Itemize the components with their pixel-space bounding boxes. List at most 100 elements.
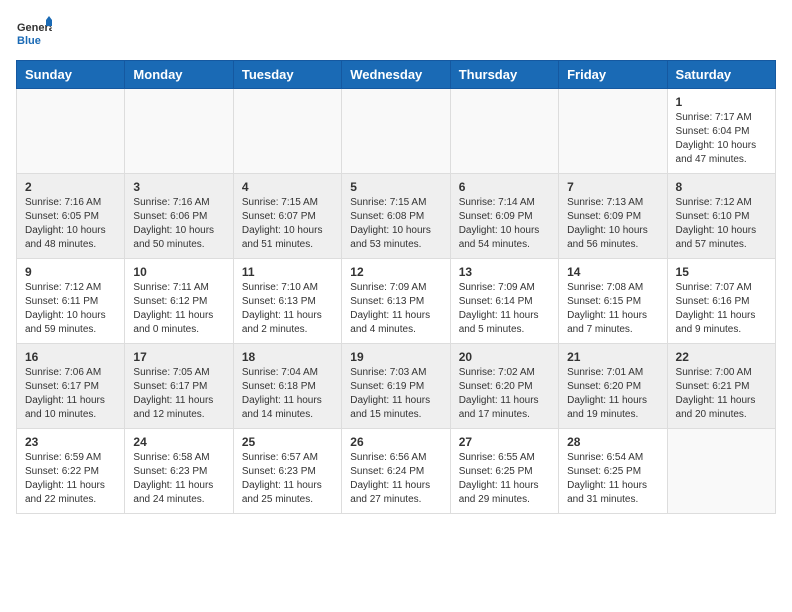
day-number: 16: [25, 350, 116, 364]
day-info: Sunrise: 7:15 AM Sunset: 6:08 PM Dayligh…: [350, 196, 441, 252]
calendar-cell: 6Sunrise: 7:14 AM Sunset: 6:09 PM Daylig…: [450, 174, 558, 259]
day-info: Sunrise: 7:16 AM Sunset: 6:05 PM Dayligh…: [25, 196, 116, 252]
calendar-cell: [559, 89, 667, 174]
calendar-cell: [233, 89, 341, 174]
day-info: Sunrise: 7:04 AM Sunset: 6:18 PM Dayligh…: [242, 366, 333, 422]
logo: General Blue: [16, 16, 52, 52]
day-info: Sunrise: 7:12 AM Sunset: 6:11 PM Dayligh…: [25, 281, 116, 337]
calendar-week-5: 23 Sunrise: 6:59 AM Sunset: 6:22 PM Dayli…: [17, 429, 776, 514]
calendar-cell: [17, 89, 125, 174]
calendar-cell: 17 Sunrise: 7:05 AM Sunset: 6:17 PM Dayli…: [125, 344, 233, 429]
day-header-wednesday: Wednesday: [342, 61, 450, 89]
calendar-cell: 3 Sunrise: 7:16 AM Sunset: 6:06 PM Daylig…: [125, 174, 233, 259]
calendar-cell: 19Sunrise: 7:03 AM Sunset: 6:19 PM Dayli…: [342, 344, 450, 429]
day-number: 21: [567, 350, 658, 364]
day-number: 17: [133, 350, 224, 364]
day-number: 7: [567, 180, 658, 194]
calendar-cell: 28 Sunrise: 6:54 AM Sunset: 6:25 PM Dayli…: [559, 429, 667, 514]
day-number: 23: [25, 435, 116, 449]
calendar-cell: 2 Sunrise: 7:16 AM Sunset: 6:05 PM Daylig…: [17, 174, 125, 259]
day-number: 3: [133, 180, 224, 194]
calendar-cell: 5 Sunrise: 7:15 AM Sunset: 6:08 PM Daylig…: [342, 174, 450, 259]
day-info: Sunrise: 7:10 AM Sunset: 6:13 PM Dayligh…: [242, 281, 333, 337]
day-info: Sunrise: 7:08 AM Sunset: 6:15 PM Dayligh…: [567, 281, 658, 337]
calendar-cell: 13 Sunrise: 7:09 AM Sunset: 6:14 PM Dayli…: [450, 259, 558, 344]
day-header-sunday: Sunday: [17, 61, 125, 89]
day-header-monday: Monday: [125, 61, 233, 89]
day-info: Sunrise: 7:12 AM Sunset: 6:10 PM Dayligh…: [676, 196, 767, 252]
calendar-cell: 15 Sunrise: 7:07 AM Sunset: 6:16 PM Dayli…: [667, 259, 775, 344]
calendar-cell: 9 Sunrise: 7:12 AM Sunset: 6:11 PM Daylig…: [17, 259, 125, 344]
calendar-cell: 7Sunrise: 7:13 AM Sunset: 6:09 PM Daylig…: [559, 174, 667, 259]
day-info: Sunrise: 7:16 AM Sunset: 6:06 PM Dayligh…: [133, 196, 224, 252]
day-number: 4: [242, 180, 333, 194]
calendar-cell: [125, 89, 233, 174]
calendar-cell: 1 Sunrise: 7:17 AM Sunset: 6:04 PM Daylig…: [667, 89, 775, 174]
day-number: 25: [242, 435, 333, 449]
day-number: 2: [25, 180, 116, 194]
day-number: 13: [459, 265, 550, 279]
day-info: Sunrise: 7:07 AM Sunset: 6:16 PM Dayligh…: [676, 281, 767, 337]
calendar-cell: [450, 89, 558, 174]
day-info: Sunrise: 6:54 AM Sunset: 6:25 PM Dayligh…: [567, 451, 658, 507]
calendar-cell: 14 Sunrise: 7:08 AM Sunset: 6:15 PM Dayli…: [559, 259, 667, 344]
calendar-cell: 23 Sunrise: 6:59 AM Sunset: 6:22 PM Dayli…: [17, 429, 125, 514]
calendar-cell: 27 Sunrise: 6:55 AM Sunset: 6:25 PM Dayli…: [450, 429, 558, 514]
day-number: 5: [350, 180, 441, 194]
day-number: 28: [567, 435, 658, 449]
calendar-cell: 10 Sunrise: 7:11 AM Sunset: 6:12 PM Dayli…: [125, 259, 233, 344]
day-info: Sunrise: 7:15 AM Sunset: 6:07 PM Dayligh…: [242, 196, 333, 252]
calendar-cell: 18 Sunrise: 7:04 AM Sunset: 6:18 PM Dayli…: [233, 344, 341, 429]
calendar-cell: 4 Sunrise: 7:15 AM Sunset: 6:07 PM Daylig…: [233, 174, 341, 259]
page-header: General Blue: [16, 16, 776, 52]
day-info: Sunrise: 7:01 AM Sunset: 6:20 PM Dayligh…: [567, 366, 658, 422]
calendar-cell: 11Sunrise: 7:10 AM Sunset: 6:13 PM Dayli…: [233, 259, 341, 344]
day-info: Sunrise: 7:09 AM Sunset: 6:14 PM Dayligh…: [459, 281, 550, 337]
day-number: 6: [459, 180, 550, 194]
day-info: Sunrise: 6:59 AM Sunset: 6:22 PM Dayligh…: [25, 451, 116, 507]
day-info: Sunrise: 7:06 AM Sunset: 6:17 PM Dayligh…: [25, 366, 116, 422]
day-number: 9: [25, 265, 116, 279]
day-number: 27: [459, 435, 550, 449]
calendar-week-1: 1 Sunrise: 7:17 AM Sunset: 6:04 PM Daylig…: [17, 89, 776, 174]
calendar-cell: [667, 429, 775, 514]
day-number: 26: [350, 435, 441, 449]
day-info: Sunrise: 7:05 AM Sunset: 6:17 PM Dayligh…: [133, 366, 224, 422]
day-info: Sunrise: 6:55 AM Sunset: 6:25 PM Dayligh…: [459, 451, 550, 507]
day-info: Sunrise: 7:00 AM Sunset: 6:21 PM Dayligh…: [676, 366, 767, 422]
calendar-header-row: SundayMondayTuesdayWednesdayThursdayFrid…: [17, 61, 776, 89]
calendar-cell: 22 Sunrise: 7:00 AM Sunset: 6:21 PM Dayli…: [667, 344, 775, 429]
day-info: Sunrise: 6:58 AM Sunset: 6:23 PM Dayligh…: [133, 451, 224, 507]
day-number: 18: [242, 350, 333, 364]
svg-text:Blue: Blue: [17, 35, 41, 47]
day-header-friday: Friday: [559, 61, 667, 89]
calendar-week-4: 16 Sunrise: 7:06 AM Sunset: 6:17 PM Dayli…: [17, 344, 776, 429]
day-number: 20: [459, 350, 550, 364]
day-info: Sunrise: 6:56 AM Sunset: 6:24 PM Dayligh…: [350, 451, 441, 507]
day-number: 12: [350, 265, 441, 279]
day-number: 24: [133, 435, 224, 449]
day-info: Sunrise: 7:02 AM Sunset: 6:20 PM Dayligh…: [459, 366, 550, 422]
day-info: Sunrise: 7:11 AM Sunset: 6:12 PM Dayligh…: [133, 281, 224, 337]
calendar-cell: 21 Sunrise: 7:01 AM Sunset: 6:20 PM Dayli…: [559, 344, 667, 429]
calendar-cell: 8Sunrise: 7:12 AM Sunset: 6:10 PM Daylig…: [667, 174, 775, 259]
day-number: 1: [676, 95, 767, 109]
day-number: 22: [676, 350, 767, 364]
calendar-cell: 20 Sunrise: 7:02 AM Sunset: 6:20 PM Dayli…: [450, 344, 558, 429]
day-header-saturday: Saturday: [667, 61, 775, 89]
day-number: 15: [676, 265, 767, 279]
calendar-table: SundayMondayTuesdayWednesdayThursdayFrid…: [16, 60, 776, 514]
calendar-cell: 26 Sunrise: 6:56 AM Sunset: 6:24 PM Dayli…: [342, 429, 450, 514]
day-info: Sunrise: 7:09 AM Sunset: 6:13 PM Dayligh…: [350, 281, 441, 337]
day-number: 10: [133, 265, 224, 279]
day-info: Sunrise: 6:57 AM Sunset: 6:23 PM Dayligh…: [242, 451, 333, 507]
calendar-cell: [342, 89, 450, 174]
calendar-week-2: 2 Sunrise: 7:16 AM Sunset: 6:05 PM Daylig…: [17, 174, 776, 259]
logo-svg: General Blue: [16, 16, 52, 52]
day-number: 19: [350, 350, 441, 364]
day-info: Sunrise: 7:17 AM Sunset: 6:04 PM Dayligh…: [676, 111, 767, 167]
calendar-cell: 16 Sunrise: 7:06 AM Sunset: 6:17 PM Dayli…: [17, 344, 125, 429]
day-number: 14: [567, 265, 658, 279]
day-header-thursday: Thursday: [450, 61, 558, 89]
calendar-cell: 25 Sunrise: 6:57 AM Sunset: 6:23 PM Dayli…: [233, 429, 341, 514]
